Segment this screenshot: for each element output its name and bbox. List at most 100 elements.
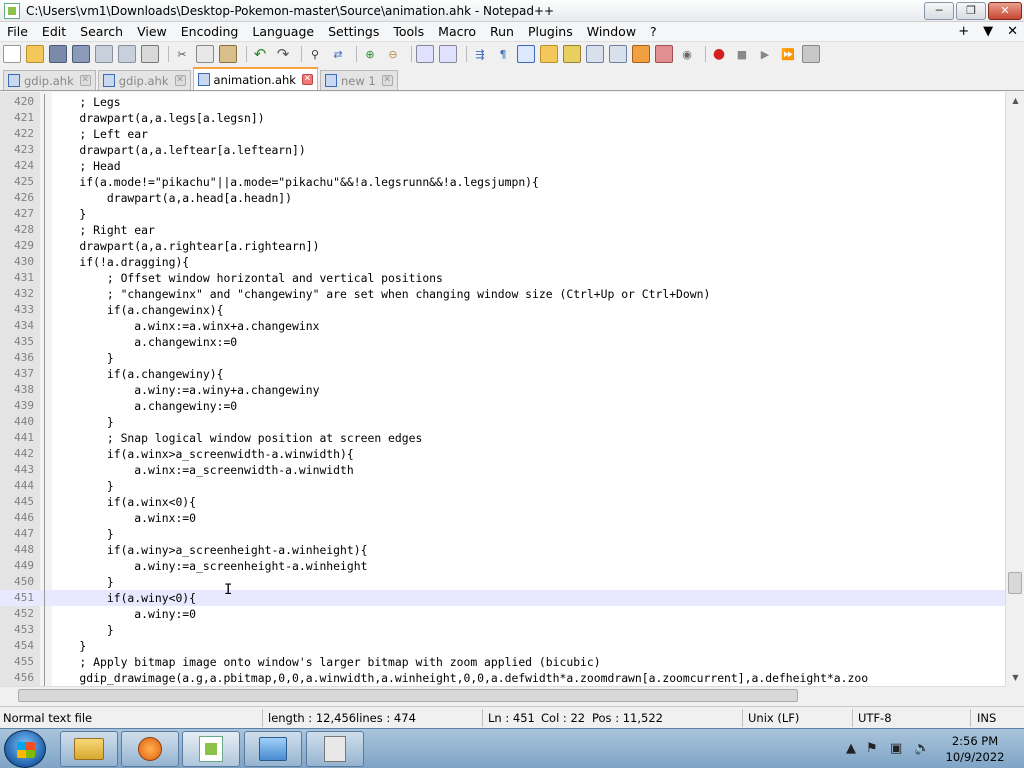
monitoring-icon[interactable] — [655, 45, 673, 63]
taskbar-media-player[interactable] — [121, 731, 179, 767]
tab-close-icon[interactable]: ✕ — [174, 75, 186, 86]
eye-icon[interactable]: ◉ — [678, 45, 696, 63]
close-doc-icon[interactable]: ✕ — [1007, 24, 1018, 39]
minimize-button[interactable]: ─ — [924, 1, 954, 20]
code-line[interactable]: 448 if(a.winy>a_screenheight-a.winheight… — [0, 542, 1005, 558]
volume-icon[interactable]: 🔈 — [914, 741, 930, 756]
show-hidden-icons-icon[interactable]: ▲ — [846, 741, 856, 756]
taskbar-notepadpp[interactable] — [182, 731, 240, 767]
paste-icon[interactable] — [219, 45, 237, 63]
taskbar-program[interactable] — [306, 731, 364, 767]
code-editor[interactable]: 420 ; Legs 421 drawpart(a,a.legs[a.legsn]… — [0, 92, 1005, 686]
taskbar-control-panel[interactable] — [244, 731, 302, 767]
code-line[interactable]: 451 if(a.winy<0){ — [0, 590, 1005, 606]
code-line[interactable]: 435 a.changewinx:=0 — [0, 334, 1005, 350]
menu-plugins[interactable]: Plugins — [521, 22, 580, 42]
code-line[interactable]: 453 } — [0, 622, 1005, 638]
show-all-chars-icon[interactable]: ¶ — [494, 45, 512, 63]
tab-gdip-1[interactable]: gdip.ahk ✕ — [3, 70, 96, 90]
code-line[interactable]: 446 a.winx:=0 — [0, 510, 1005, 526]
sync-vertical-icon[interactable] — [416, 45, 434, 63]
code-line[interactable]: 431 ; Offset window horizontal and verti… — [0, 270, 1005, 286]
taskbar-explorer[interactable] — [60, 731, 118, 767]
udl-icon[interactable] — [540, 45, 558, 63]
code-line[interactable]: 424 ; Head — [0, 158, 1005, 174]
play-macro-icon[interactable]: ▶ — [756, 45, 774, 63]
function-list-icon[interactable] — [586, 45, 604, 63]
stop-macro-icon[interactable]: ■ — [733, 45, 751, 63]
menu-run[interactable]: Run — [483, 22, 521, 42]
menu-language[interactable]: Language — [245, 22, 321, 42]
code-line[interactable]: 432 ; "changewinx" and "changewiny" are … — [0, 286, 1005, 302]
vertical-scrollbar[interactable]: ▲ ▼ — [1005, 92, 1024, 686]
scroll-down-arrow-icon[interactable]: ▼ — [1006, 669, 1024, 686]
menu-help[interactable]: ? — [643, 22, 664, 42]
code-line[interactable]: 441 ; Snap logical window position at sc… — [0, 430, 1005, 446]
code-line[interactable]: 428 ; Right ear — [0, 222, 1005, 238]
code-line[interactable]: 436 } — [0, 350, 1005, 366]
close-all-icon[interactable] — [118, 45, 136, 63]
code-line[interactable]: 430 if(!a.dragging){ — [0, 254, 1005, 270]
code-line[interactable]: 421 drawpart(a,a.legs[a.legsn]) — [0, 110, 1005, 126]
close-file-icon[interactable] — [95, 45, 113, 63]
new-file-icon[interactable] — [3, 45, 21, 63]
zoom-out-icon[interactable]: ⊖ — [384, 45, 402, 63]
menu-macro[interactable]: Macro — [431, 22, 483, 42]
menu-settings[interactable]: Settings — [321, 22, 386, 42]
code-line[interactable]: 429 drawpart(a,a.rightear[a.rightearn]) — [0, 238, 1005, 254]
copy-icon[interactable] — [196, 45, 214, 63]
code-line[interactable]: 439 a.changewiny:=0 — [0, 398, 1005, 414]
code-line[interactable]: 444 } — [0, 478, 1005, 494]
horizontal-scrollbar[interactable] — [0, 686, 1005, 703]
code-line[interactable]: 442 if(a.winx>a_screenwidth-a.winwidth){ — [0, 446, 1005, 462]
tab-close-icon[interactable]: ✕ — [79, 75, 91, 86]
code-line[interactable]: 440 } — [0, 414, 1005, 430]
sync-horizontal-icon[interactable] — [439, 45, 457, 63]
close-button[interactable]: ✕ — [988, 1, 1022, 20]
replace-icon[interactable]: ⇄ — [329, 45, 347, 63]
doc-map-icon[interactable] — [563, 45, 581, 63]
code-line[interactable]: 420 ; Legs — [0, 94, 1005, 110]
cut-icon[interactable]: ✂ — [173, 45, 191, 63]
action-center-icon[interactable]: ⚑ — [866, 741, 878, 756]
code-line[interactable]: 427 } — [0, 206, 1005, 222]
menu-file[interactable]: File — [0, 22, 35, 42]
menu-tools[interactable]: Tools — [386, 22, 431, 42]
menu-encoding[interactable]: Encoding — [174, 22, 246, 42]
start-button[interactable] — [4, 730, 46, 768]
network-icon[interactable]: ▣ — [890, 741, 902, 756]
indent-guide-icon[interactable] — [517, 45, 535, 63]
scroll-up-arrow-icon[interactable]: ▲ — [1006, 92, 1024, 109]
find-icon[interactable]: ⚲ — [306, 45, 324, 63]
print-icon[interactable] — [141, 45, 159, 63]
code-line[interactable]: 455 ; Apply bitmap image onto window's l… — [0, 654, 1005, 670]
save-icon[interactable] — [49, 45, 67, 63]
open-file-icon[interactable] — [26, 45, 44, 63]
new-tab-plus-icon[interactable]: + — [958, 24, 969, 39]
zoom-in-icon[interactable]: ⊕ — [361, 45, 379, 63]
code-line[interactable]: 447 } — [0, 526, 1005, 542]
tab-gdip-2[interactable]: gdip.ahk ✕ — [97, 70, 191, 90]
folder-workspace-icon[interactable] — [609, 45, 627, 63]
word-wrap-icon[interactable]: ⇶ — [471, 45, 489, 63]
tab-new-1[interactable]: new 1 ✕ — [319, 70, 398, 90]
maximize-button[interactable]: ❐ — [956, 1, 986, 20]
code-line[interactable]: 434 a.winx:=a.winx+a.changewinx — [0, 318, 1005, 334]
record-macro-icon[interactable]: ● — [710, 45, 728, 63]
code-line[interactable]: 443 a.winx:=a_screenwidth-a.winwidth — [0, 462, 1005, 478]
code-line[interactable]: 438 a.winy:=a.winy+a.changewiny — [0, 382, 1005, 398]
code-line[interactable]: 452 a.winy:=0 — [0, 606, 1005, 622]
horizontal-scroll-thumb[interactable] — [18, 689, 798, 702]
code-line[interactable]: 450 } — [0, 574, 1005, 590]
menu-window[interactable]: Window — [580, 22, 643, 42]
code-line[interactable]: 422 ; Left ear — [0, 126, 1005, 142]
code-line[interactable]: 445 if(a.winx<0){ — [0, 494, 1005, 510]
menu-view[interactable]: View — [130, 22, 174, 42]
clock[interactable]: 2:56 PM 10/9/2022 — [940, 733, 1010, 765]
undo-icon[interactable]: ↶ — [251, 45, 269, 63]
code-line[interactable]: 426 drawpart(a,a.head[a.headn]) — [0, 190, 1005, 206]
save-all-icon[interactable] — [72, 45, 90, 63]
tab-close-icon[interactable]: ✕ — [301, 74, 313, 85]
tab-close-icon[interactable]: ✕ — [381, 75, 393, 86]
code-line[interactable]: 456 gdip_drawimage(a.g,a.pbitmap,0,0,a.w… — [0, 670, 1005, 686]
